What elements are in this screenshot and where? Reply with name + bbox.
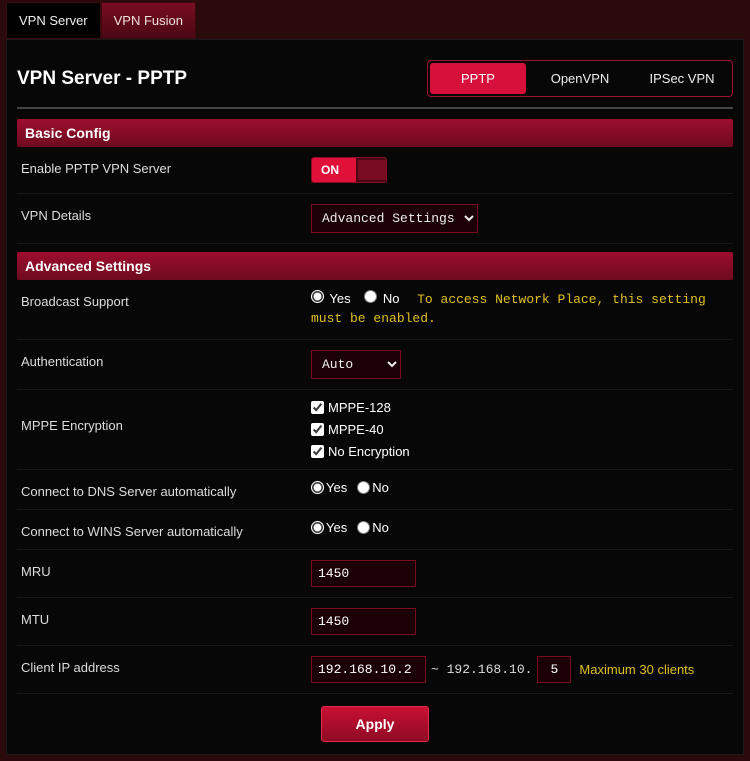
check-label-mppe40: MPPE-40 xyxy=(328,422,384,437)
radio-dns-yes[interactable] xyxy=(311,481,324,494)
label-mru: MRU xyxy=(21,560,311,579)
radio-wins-no-label: No xyxy=(372,520,389,535)
main-panel: VPN Server - PPTP PPTP OpenVPN IPSec VPN… xyxy=(6,39,744,755)
label-enable-server: Enable PPTP VPN Server xyxy=(21,157,311,176)
checkbox-no-encryption[interactable] xyxy=(311,445,324,458)
section-basic-config: Basic Config xyxy=(17,119,733,147)
input-mtu[interactable] xyxy=(311,608,416,635)
hint-max-clients: Maximum 30 clients xyxy=(579,662,694,677)
radio-wins-yes[interactable] xyxy=(311,521,324,534)
label-client-ip: Client IP address xyxy=(21,656,311,675)
check-label-noenc: No Encryption xyxy=(328,444,410,459)
checkbox-mppe-40[interactable] xyxy=(311,423,324,436)
proto-ipsec[interactable]: IPSec VPN xyxy=(634,63,730,94)
tab-vpn-fusion[interactable]: VPN Fusion xyxy=(101,2,196,39)
radio-broadcast-yes[interactable] xyxy=(311,290,324,303)
label-authentication: Authentication xyxy=(21,350,311,369)
label-dns: Connect to DNS Server automatically xyxy=(21,480,311,499)
tab-vpn-server[interactable]: VPN Server xyxy=(6,2,101,39)
toggle-on-label: ON xyxy=(312,158,356,182)
select-vpn-details[interactable]: Advanced Settings xyxy=(311,204,478,233)
radio-dns-no[interactable] xyxy=(357,481,370,494)
input-client-ip-end[interactable] xyxy=(537,656,571,683)
proto-openvpn[interactable]: OpenVPN xyxy=(532,63,628,94)
label-broadcast: Broadcast Support xyxy=(21,290,311,309)
label-wins: Connect to WINS Server automatically xyxy=(21,520,311,539)
protocol-switcher: PPTP OpenVPN IPSec VPN xyxy=(427,60,733,97)
radio-dns-yes-label: Yes xyxy=(326,480,347,495)
divider xyxy=(17,107,733,109)
label-mtu: MTU xyxy=(21,608,311,627)
page-title: VPN Server - PPTP xyxy=(17,68,187,90)
check-label-mppe128: MPPE-128 xyxy=(328,400,391,415)
label-vpn-details: VPN Details xyxy=(21,204,311,223)
checkbox-mppe-128[interactable] xyxy=(311,401,324,414)
select-authentication[interactable]: Auto xyxy=(311,350,401,379)
radio-wins-no[interactable] xyxy=(357,521,370,534)
section-advanced-settings: Advanced Settings xyxy=(17,252,733,280)
apply-button[interactable]: Apply xyxy=(321,706,430,742)
top-tabs: VPN Server VPN Fusion xyxy=(6,2,744,39)
radio-label-no: No xyxy=(383,291,400,306)
toggle-enable-server[interactable]: ON xyxy=(311,157,387,183)
radio-broadcast-no[interactable] xyxy=(364,290,377,303)
proto-pptp[interactable]: PPTP xyxy=(430,63,526,94)
toggle-knob xyxy=(358,160,386,180)
radio-dns-no-label: No xyxy=(372,480,389,495)
radio-label-yes: Yes xyxy=(329,291,350,306)
label-mppe: MPPE Encryption xyxy=(21,400,311,433)
input-mru[interactable] xyxy=(311,560,416,587)
input-client-ip-start[interactable] xyxy=(311,656,426,683)
radio-wins-yes-label: Yes xyxy=(326,520,347,535)
client-ip-mid: ~ 192.168.10. xyxy=(431,662,532,677)
